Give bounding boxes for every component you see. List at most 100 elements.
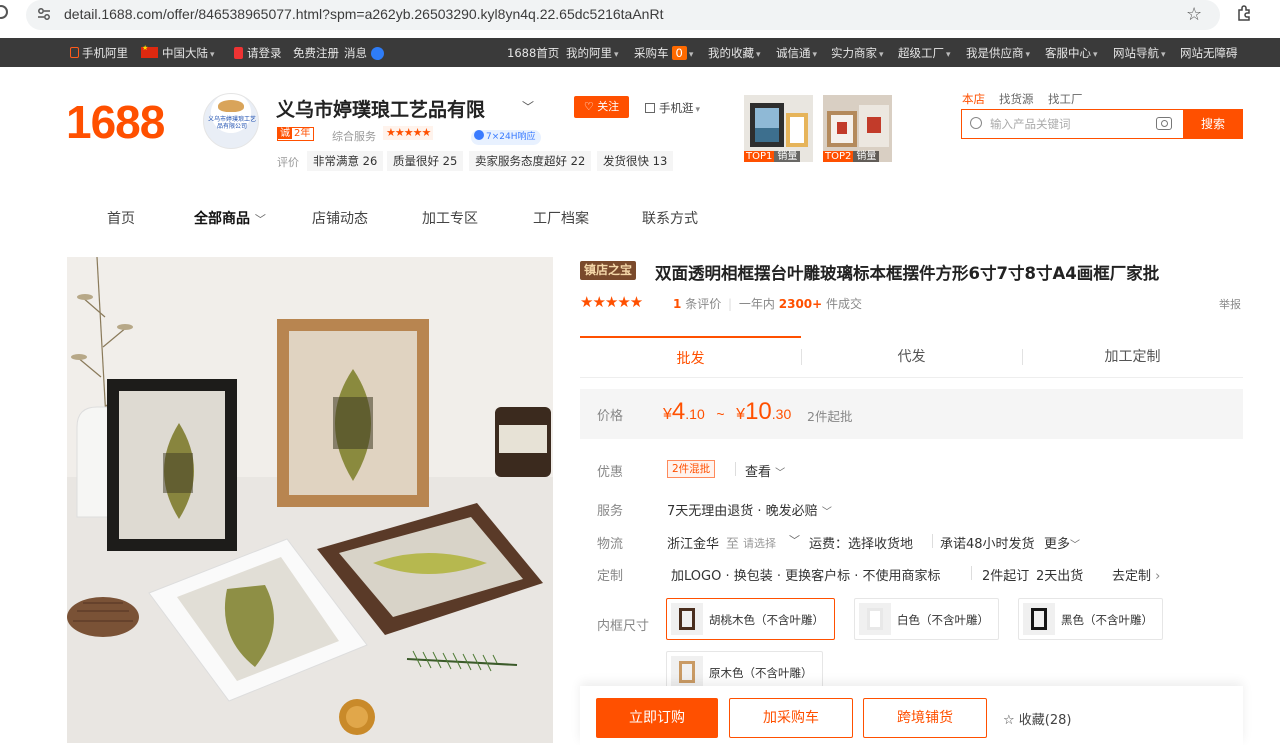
shop-logo-mark [218, 100, 244, 112]
shop-name[interactable]: 义乌市婷璞琅工艺品有限 [276, 95, 485, 122]
follow-button[interactable]: ♡ 关注 [574, 96, 629, 118]
phone-icon [70, 47, 79, 58]
option-thumbnail [1023, 603, 1055, 635]
product-main-image[interactable] [67, 257, 553, 743]
logistics-origin: 浙江金华 [667, 537, 720, 552]
nav-shop-updates[interactable]: 店铺动态 [312, 208, 368, 228]
search-button[interactable]: 搜索 [1183, 109, 1243, 139]
go-customize-link[interactable]: 去定制 › [1112, 565, 1160, 584]
nav-contact[interactable]: 联系方式 [642, 208, 698, 228]
extensions-icon[interactable] [1236, 4, 1254, 22]
freight-info[interactable]: 运费：选择收货地 [809, 533, 913, 552]
factory-menu[interactable]: 超级工厂 ▾ [898, 45, 951, 61]
bookmark-star-icon[interactable]: ☆ [1186, 4, 1202, 25]
more-logistics-link[interactable]: 更多﹀ [1044, 533, 1080, 552]
mix-batch-badge: 2件混批 [667, 460, 716, 478]
service-label: 服务 [597, 504, 624, 519]
buy-now-button[interactable]: 立即订购 [596, 698, 718, 738]
star-outline-icon: ☆ [1003, 713, 1015, 728]
service-rating-label: 综合服务 [332, 130, 376, 143]
service-rating-stars: ★★★★★ [383, 126, 434, 140]
size-option-white[interactable]: 白色（不含叶雕） [854, 598, 999, 640]
barrier-free-link[interactable]: 网站无障碍 [1180, 45, 1238, 61]
discount-view-link[interactable]: 查看 ﹀ [745, 461, 785, 480]
register-link[interactable]: 免费注册 [293, 45, 339, 61]
mobile-ali-link[interactable]: 手机阿里 [70, 45, 128, 61]
nav-processing[interactable]: 加工专区 [422, 208, 478, 228]
supplier-menu[interactable]: 我是供应商 ▾ [966, 45, 1030, 61]
rating-stars: ★★★★★ [580, 293, 643, 311]
qr-code-icon [645, 103, 655, 113]
cart-link[interactable]: 采购车 0 ▾ [634, 45, 693, 61]
mobile-browse-link[interactable]: 手机逛 ▾ [645, 100, 700, 116]
divider [971, 566, 972, 580]
size-label: 内框尺寸 [597, 619, 650, 634]
option-label: 黑色（不含叶雕） [1061, 613, 1153, 627]
service-value[interactable]: 7天无理由退货 · 晚发必赔 ﹀ [667, 500, 832, 519]
option-thumbnail [671, 656, 703, 688]
service-center-menu[interactable]: 客服中心 ▾ [1045, 45, 1098, 61]
custom-days: 2天出货 [1036, 569, 1084, 584]
cross-border-button[interactable]: 跨境铺货 [863, 698, 987, 738]
custom-moq: 2件起订 [982, 569, 1030, 584]
site-logo[interactable]: 1688 [66, 95, 165, 149]
chevron-down-icon[interactable]: ﹀ [789, 532, 800, 548]
action-bar: 立即订购 加采购车 跨境铺货 ☆ 收藏(28) [580, 686, 1243, 745]
search-input[interactable]: 输入产品关键词 [961, 109, 1183, 139]
my-ali-menu[interactable]: 我的阿里 ▾ [566, 45, 619, 61]
nav-all-products[interactable]: 全部商品 ﹀ [194, 208, 266, 228]
login-link[interactable]: 请登录 [234, 45, 282, 61]
custom-options: 加LOGO · 换包装 · 更换客户标 · 不使用商家标 [671, 569, 941, 584]
site-top-bar: 手机阿里 中国大陆▾ 请登录 免费注册 消息 1688首页 我的阿里▾ 采购车0… [0, 38, 1280, 67]
cart-count-badge: 0 [671, 46, 687, 60]
evaluation-label: 评价 [277, 156, 299, 169]
browser-toolbar: detail.1688.com/offer/846538965077.html?… [0, 0, 1280, 32]
tab-dropship[interactable]: 代发 [801, 336, 1022, 378]
option-thumbnail [671, 603, 703, 635]
price-panel: 价格 ¥4.10 ~ ¥10.30 2件起批 [580, 389, 1243, 439]
rating-summary[interactable]: 1 条评价 | 一年内 2300+ 件成交 [673, 295, 862, 312]
user-icon [234, 47, 243, 59]
eval-tag: 质量很好 25 [387, 151, 464, 171]
report-link[interactable]: 举报 [1219, 296, 1241, 312]
response-badge: 7×24H响应 [471, 130, 541, 145]
destination-select[interactable]: 请选择 [743, 535, 776, 551]
size-option-black[interactable]: 黑色（不含叶雕） [1018, 598, 1163, 640]
price-range: ¥4.10 ~ ¥10.30 [663, 398, 792, 425]
favorites-menu[interactable]: 我的收藏 ▾ [708, 45, 761, 61]
divider [932, 534, 933, 548]
shop-avatar[interactable]: 义乌市婷璞琅工艺品有限公司 [203, 93, 259, 149]
camera-icon[interactable] [1156, 117, 1172, 130]
price-label: 价格 [597, 409, 624, 424]
eval-tag: 卖家服务态度超好 22 [469, 151, 592, 171]
site-settings-icon[interactable] [36, 6, 52, 22]
site-nav-menu[interactable]: 网站导航 ▾ [1113, 45, 1166, 61]
heart-plus-icon: ♡ [583, 100, 594, 113]
add-to-cart-button[interactable]: 加采购车 [729, 698, 853, 738]
search-icon [970, 117, 982, 129]
home-link[interactable]: 1688首页 [507, 45, 559, 61]
favorite-button[interactable]: ☆ 收藏(28) [1003, 709, 1071, 728]
reload-icon[interactable] [0, 5, 8, 19]
top-product-thumb[interactable]: TOP2 销量 [823, 95, 892, 162]
nav-factory-profile[interactable]: 工厂档案 [533, 208, 589, 228]
region-selector[interactable]: 中国大陆▾ [141, 44, 215, 61]
url-text[interactable]: detail.1688.com/offer/846538965077.html?… [64, 6, 663, 22]
merchants-menu[interactable]: 实力商家 ▾ [831, 45, 884, 61]
tab-custom[interactable]: 加工定制 [1022, 336, 1243, 378]
nav-home[interactable]: 首页 [107, 208, 135, 228]
chevron-down-icon[interactable]: ﹀ [522, 98, 534, 115]
china-flag-icon [141, 44, 158, 58]
eval-tag: 非常满意 26 [307, 151, 384, 171]
shop-avatar-text: 义乌市婷璞琅工艺品有限公司 [208, 116, 257, 130]
tab-wholesale[interactable]: 批发 [580, 336, 801, 378]
message-icon [371, 47, 384, 60]
logistics-label: 物流 [597, 537, 624, 552]
search-scope-shop[interactable]: 本店 [962, 91, 985, 107]
size-option-walnut[interactable]: 胡桃木色（不含叶雕） [666, 598, 835, 640]
messages-link[interactable]: 消息 [344, 45, 384, 61]
top-product-thumb[interactable]: TOP1 销量 [744, 95, 813, 162]
search-scope-source[interactable]: 找货源 [999, 91, 1034, 107]
search-scope-factory[interactable]: 找工厂 [1048, 91, 1083, 107]
trust-menu[interactable]: 诚信通 ▾ [776, 45, 817, 61]
